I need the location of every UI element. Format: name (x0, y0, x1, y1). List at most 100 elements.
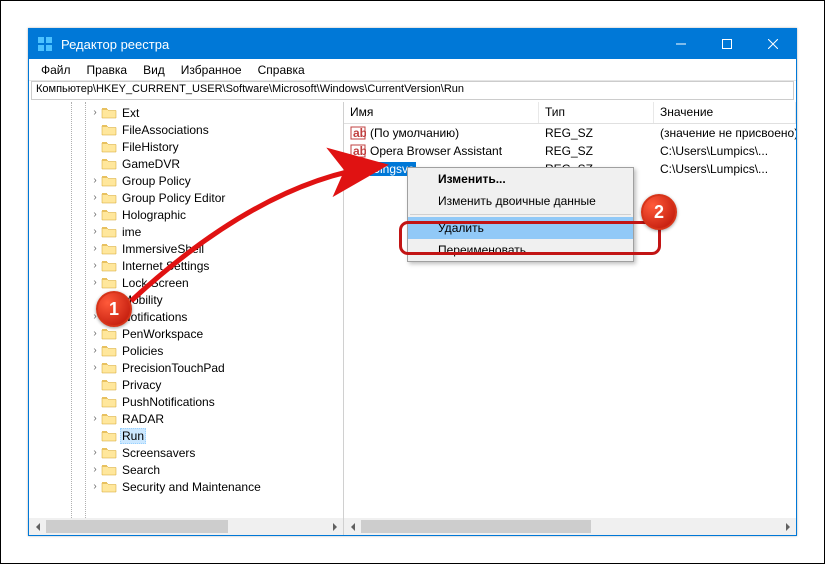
folder-icon (101, 429, 117, 443)
tree-item[interactable]: PushNotifications (29, 393, 343, 410)
value-name: Opera Browser Assistant (370, 144, 502, 158)
tree-item[interactable]: › ImmersiveShell (29, 240, 343, 257)
tree-item-label: Holographic (120, 208, 188, 222)
col-type[interactable]: Тип (539, 102, 654, 123)
menu-view[interactable]: Вид (135, 61, 173, 79)
context-menu: Изменить...Изменить двоичные данные Удали… (407, 167, 634, 262)
value-name: (По умолчанию) (370, 126, 459, 140)
folder-icon (101, 463, 117, 477)
address-bar[interactable]: Компьютер\HKEY_CURRENT_USER\Software\Mic… (31, 81, 794, 100)
app-icon (37, 36, 53, 52)
folder-icon (101, 174, 117, 188)
registry-editor-window: Редактор реестра Файл Правка Вид Избранн… (28, 28, 797, 536)
tree-hscroll[interactable] (29, 518, 343, 535)
registry-tree[interactable]: ›ExtFileAssociationsFileHistoryGameDVR›G… (29, 102, 343, 518)
minimize-button[interactable] (658, 29, 704, 59)
chevron-icon[interactable]: › (89, 481, 101, 492)
chevron-icon[interactable]: › (89, 107, 101, 118)
tree-item[interactable]: › Security and Maintenance (29, 478, 343, 495)
folder-icon (101, 327, 117, 341)
tree-item-label: FileAssociations (120, 123, 211, 137)
value-row[interactable]: ab Opera Browser Assistant REG_SZC:\Users\… (344, 142, 796, 160)
tree-item[interactable]: ›PenWorkspace (29, 325, 343, 342)
chevron-icon[interactable]: › (89, 328, 101, 339)
value-row[interactable]: ab(По умолчанию)REG_SZ(значение не присв… (344, 124, 796, 142)
value-data: C:\Users\Lumpics\... (654, 144, 796, 158)
scroll-right-icon[interactable] (326, 518, 343, 535)
folder-icon (101, 123, 117, 137)
scroll-left-icon[interactable] (29, 518, 46, 535)
svg-text:ab: ab (353, 162, 366, 176)
col-value[interactable]: Значение (654, 102, 796, 123)
svg-text:ab: ab (353, 126, 366, 140)
folder-icon (101, 344, 117, 358)
chevron-icon[interactable]: › (89, 413, 101, 424)
list-hscroll[interactable] (344, 518, 796, 535)
folder-icon (101, 480, 117, 494)
tree-item[interactable]: ›Group Policy (29, 172, 343, 189)
tree-item-label: Ext (120, 106, 141, 120)
chevron-icon[interactable]: › (89, 226, 101, 237)
tree-item[interactable]: GameDVR (29, 155, 343, 172)
tree-item[interactable]: ›Policies (29, 342, 343, 359)
chevron-icon[interactable]: › (89, 192, 101, 203)
string-value-icon: ab (350, 143, 366, 159)
list-pane: Имя Тип Значение ab(По умолчанию)REG_SZ(… (344, 102, 796, 535)
tree-item-label: Security and Maintenance (120, 480, 263, 494)
tree-item[interactable]: › Ext (29, 104, 343, 121)
tree-item[interactable]: FileAssociations (29, 121, 343, 138)
folder-icon (101, 208, 117, 222)
maximize-button[interactable] (704, 29, 750, 59)
chevron-icon[interactable]: › (89, 447, 101, 458)
tree-item-label: ime (120, 225, 143, 239)
value-type: REG_SZ (539, 144, 654, 158)
callout-2: 2 (641, 194, 677, 230)
tree-item[interactable]: Mobility (29, 291, 343, 308)
chevron-icon[interactable]: › (89, 345, 101, 356)
tree-item[interactable]: › ime (29, 223, 343, 240)
tree-item[interactable]: ›Search (29, 461, 343, 478)
window-title: Редактор реестра (61, 37, 658, 52)
ctx-item[interactable]: Переименовать (408, 239, 633, 261)
tree-item[interactable]: ›PrecisionTouchPad (29, 359, 343, 376)
tree-item-label: ImmersiveShell (120, 242, 206, 256)
chevron-icon[interactable]: › (89, 175, 101, 186)
tree-item[interactable]: ›Notifications (29, 308, 343, 325)
folder-icon (101, 106, 117, 120)
tree-item[interactable]: Run (29, 427, 343, 444)
chevron-icon[interactable]: › (89, 243, 101, 254)
chevron-icon[interactable]: › (89, 209, 101, 220)
tree-pane: ›ExtFileAssociationsFileHistoryGameDVR›G… (29, 102, 344, 535)
tree-item[interactable]: › Holographic (29, 206, 343, 223)
chevron-icon[interactable]: › (89, 277, 101, 288)
chevron-icon[interactable]: › (89, 464, 101, 475)
ctx-item[interactable]: Изменить... (408, 168, 633, 190)
tree-item-label: RADAR (120, 412, 166, 426)
string-value-icon: ab (350, 125, 366, 141)
close-button[interactable] (750, 29, 796, 59)
chevron-icon[interactable]: › (89, 362, 101, 373)
value-data: C:\Users\Lumpics\... (654, 162, 796, 176)
menu-file[interactable]: Файл (33, 61, 79, 79)
menu-favorites[interactable]: Избранное (173, 61, 250, 79)
tree-item-label: Screensavers (120, 446, 197, 460)
menu-help[interactable]: Справка (250, 61, 313, 79)
ctx-item[interactable]: Изменить двоичные данные (408, 190, 633, 212)
ctx-item[interactable]: Удалить (408, 217, 633, 239)
tree-item[interactable]: ›Group Policy Editor (29, 189, 343, 206)
col-name[interactable]: Имя (344, 102, 539, 123)
menu-edit[interactable]: Правка (79, 61, 136, 79)
tree-item[interactable]: FileHistory (29, 138, 343, 155)
tree-item-label: Privacy (120, 378, 163, 392)
chevron-icon[interactable]: › (89, 260, 101, 271)
tree-item[interactable]: Privacy (29, 376, 343, 393)
tree-item-label: FileHistory (120, 140, 181, 154)
tree-item[interactable]: › Screensavers (29, 444, 343, 461)
scroll-right-icon[interactable] (779, 518, 796, 535)
folder-icon (101, 395, 117, 409)
scroll-left-icon[interactable] (344, 518, 361, 535)
tree-item[interactable]: ›Internet Settings (29, 257, 343, 274)
tree-item-label: PushNotifications (120, 395, 217, 409)
tree-item[interactable]: › RADAR (29, 410, 343, 427)
tree-item[interactable]: ›Lock Screen (29, 274, 343, 291)
